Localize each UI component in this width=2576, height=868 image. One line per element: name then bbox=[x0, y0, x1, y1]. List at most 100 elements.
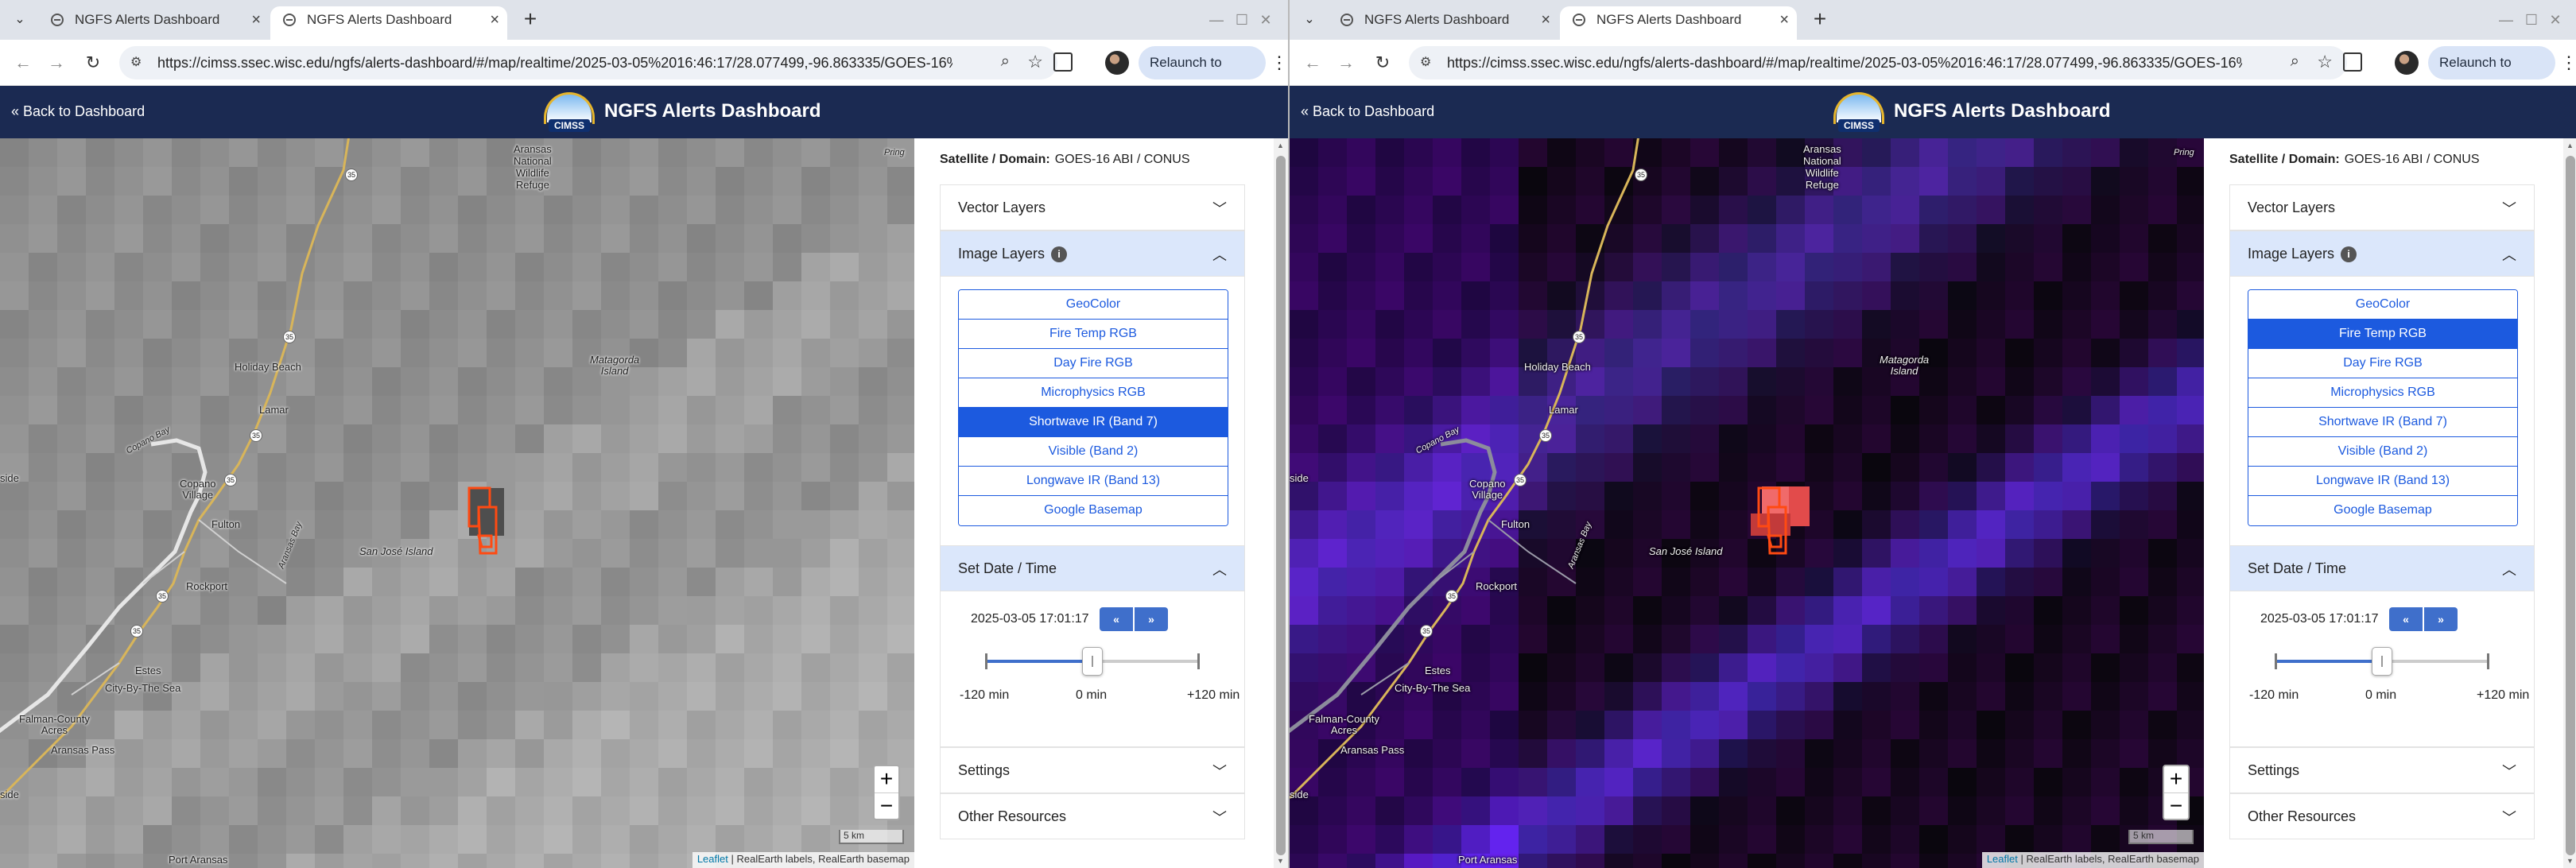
zoom-in-button[interactable]: + bbox=[2164, 766, 2188, 793]
back-to-dashboard-link[interactable]: « Back to Dashboard bbox=[11, 103, 145, 120]
image-layer-option[interactable]: Visible (Band 2) bbox=[2248, 437, 2517, 467]
time-slider-handle[interactable] bbox=[1082, 647, 1103, 676]
zoom-out-button[interactable]: − bbox=[875, 793, 898, 820]
site-settings-icon[interactable]: ⚙ bbox=[130, 54, 148, 72]
close-window-icon[interactable]: ✕ bbox=[1251, 6, 1280, 33]
new-tab-button[interactable]: + bbox=[517, 6, 544, 33]
minimize-icon[interactable]: — bbox=[1202, 6, 1231, 33]
info-icon[interactable]: i bbox=[2341, 246, 2357, 262]
scrollbar-thumb[interactable] bbox=[2566, 156, 2575, 855]
forward-arrow-icon[interactable]: → bbox=[45, 51, 68, 75]
settings-header[interactable]: Settings ﹀ bbox=[940, 747, 1245, 793]
zoom-in-button[interactable]: + bbox=[875, 766, 898, 793]
image-layer-option[interactable]: GeoColor bbox=[959, 290, 1228, 320]
reload-icon[interactable]: ↻ bbox=[81, 51, 105, 75]
image-layer-option[interactable]: Shortwave IR (Band 7) bbox=[2248, 408, 2517, 437]
zoom-out-button[interactable]: − bbox=[2164, 793, 2188, 820]
close-tab-icon[interactable]: × bbox=[490, 6, 499, 33]
relaunch-button[interactable]: Relaunch to update bbox=[1139, 46, 1266, 103]
new-tab-button[interactable]: + bbox=[1806, 6, 1833, 33]
image-layer-option[interactable]: Google Basemap bbox=[959, 496, 1228, 525]
image-layer-option[interactable]: Shortwave IR (Band 7) bbox=[959, 408, 1228, 437]
tab-search-button[interactable]: ⌄ bbox=[8, 8, 32, 32]
bookmark-star-icon[interactable]: ☆ bbox=[1027, 52, 1043, 72]
close-tab-icon[interactable]: × bbox=[1541, 6, 1550, 33]
time-slider-handle[interactable] bbox=[2372, 647, 2392, 676]
bookmark-star-icon[interactable]: ☆ bbox=[2317, 52, 2333, 72]
image-layer-option[interactable]: Fire Temp RGB bbox=[959, 320, 1228, 349]
browser-tab-active[interactable]: NGFS Alerts Dashboard × bbox=[270, 6, 507, 40]
time-slider[interactable] bbox=[2275, 647, 2489, 676]
browser-tab[interactable]: NGFS Alerts Dashboard × bbox=[38, 6, 269, 40]
other-resources-header[interactable]: Other Resources ﹀ bbox=[2229, 793, 2535, 839]
image-layer-option[interactable]: Longwave IR (Band 13) bbox=[2248, 467, 2517, 496]
scroll-up-icon[interactable]: ▲ bbox=[1277, 141, 1284, 149]
image-layer-option[interactable]: Fire Temp RGB bbox=[2248, 320, 2517, 349]
minimize-icon[interactable]: — bbox=[2492, 6, 2520, 33]
panel-scrollbar[interactable]: ▲ ▼ bbox=[2563, 138, 2576, 868]
image-layer-option[interactable]: Day Fire RGB bbox=[959, 349, 1228, 378]
previous-time-button[interactable]: « bbox=[1100, 607, 1133, 631]
relaunch-button[interactable]: Relaunch to update bbox=[2428, 46, 2555, 103]
section-title: Settings bbox=[958, 762, 1011, 778]
extensions-icon[interactable] bbox=[1053, 52, 1073, 72]
other-resources-header[interactable]: Other Resources ﹀ bbox=[940, 793, 1245, 839]
scrollbar-thumb[interactable] bbox=[1276, 156, 1286, 855]
site-settings-icon[interactable]: ⚙ bbox=[1420, 54, 1437, 72]
browser-menu-icon[interactable]: ⋮ bbox=[2560, 51, 2576, 75]
image-layer-option[interactable]: Microphysics RGB bbox=[959, 378, 1228, 408]
zoom-magnifier-icon[interactable]: ⌕ bbox=[1001, 52, 1010, 71]
image-layer-option[interactable]: Longwave IR (Band 13) bbox=[959, 467, 1228, 496]
time-slider[interactable] bbox=[985, 647, 1200, 676]
forward-arrow-icon[interactable]: → bbox=[1334, 51, 1358, 75]
next-time-button[interactable]: » bbox=[1135, 607, 1168, 631]
image-layer-option[interactable]: Day Fire RGB bbox=[2248, 349, 2517, 378]
address-bar[interactable]: ⚙ https://cimss.ssec.wisc.edu/ngfs/alert… bbox=[1409, 46, 2347, 79]
scroll-down-icon[interactable]: ▼ bbox=[1277, 857, 1284, 865]
tab-search-button[interactable]: ⌄ bbox=[1298, 8, 1321, 32]
reload-icon[interactable]: ↻ bbox=[1371, 51, 1395, 75]
satellite-map[interactable]: Aransas National Wildlife Refuge Holiday Be… bbox=[0, 138, 914, 868]
close-tab-icon[interactable]: × bbox=[251, 6, 261, 33]
previous-time-button[interactable]: « bbox=[2389, 607, 2423, 631]
map-attribution: Leaflet | RealEarth labels, RealEarth ba… bbox=[1981, 852, 2204, 868]
scroll-down-icon[interactable]: ▼ bbox=[2566, 857, 2574, 865]
back-arrow-icon[interactable]: ← bbox=[1301, 51, 1325, 75]
set-datetime-header[interactable]: Set Date / Time ︿ bbox=[2229, 545, 2535, 591]
back-to-dashboard-link[interactable]: « Back to Dashboard bbox=[1301, 103, 1434, 120]
image-layer-option[interactable]: Google Basemap bbox=[2248, 496, 2517, 525]
browser-tab-active[interactable]: NGFS Alerts Dashboard × bbox=[1560, 6, 1797, 40]
satellite-map[interactable]: Aransas National Wildlife Refuge Holiday Be… bbox=[1290, 138, 2204, 868]
image-layer-option[interactable]: Visible (Band 2) bbox=[959, 437, 1228, 467]
close-window-icon[interactable]: ✕ bbox=[2541, 6, 2570, 33]
info-icon[interactable]: i bbox=[1051, 246, 1068, 262]
image-layers-header[interactable]: Image Layers i ︿ bbox=[2229, 231, 2535, 277]
next-time-button[interactable]: » bbox=[2424, 607, 2458, 631]
address-bar[interactable]: ⚙ https://cimss.ssec.wisc.edu/ngfs/alert… bbox=[119, 46, 1057, 79]
browser-tab[interactable]: NGFS Alerts Dashboard × bbox=[1328, 6, 1558, 40]
back-arrow-icon[interactable]: ← bbox=[11, 51, 35, 75]
imagery-pixel bbox=[1547, 711, 1577, 740]
profile-avatar[interactable] bbox=[2395, 51, 2419, 75]
browser-menu-icon[interactable]: ⋮ bbox=[1271, 51, 1288, 75]
imagery-pixel bbox=[1290, 825, 1319, 854]
settings-header[interactable]: Settings ﹀ bbox=[2229, 747, 2535, 793]
extensions-icon[interactable] bbox=[2343, 52, 2362, 72]
image-layer-option[interactable]: Microphysics RGB bbox=[2248, 378, 2517, 408]
scroll-up-icon[interactable]: ▲ bbox=[2566, 141, 2574, 149]
image-layer-option[interactable]: GeoColor bbox=[2248, 290, 2517, 320]
imagery-pixel bbox=[143, 625, 173, 654]
set-datetime-header[interactable]: Set Date / Time ︿ bbox=[940, 545, 1245, 591]
zoom-magnifier-icon[interactable]: ⌕ bbox=[2291, 52, 2299, 71]
imagery-pixel bbox=[2005, 138, 2035, 168]
leaflet-link[interactable]: Leaflet bbox=[697, 853, 728, 865]
vector-layers-header[interactable]: Vector Layers ﹀ bbox=[940, 184, 1245, 231]
image-layers-header[interactable]: Image Layers i ︿ bbox=[940, 231, 1245, 277]
vector-layers-header[interactable]: Vector Layers ﹀ bbox=[2229, 184, 2535, 231]
imagery-pixel bbox=[887, 682, 914, 711]
imagery-pixel bbox=[658, 253, 688, 282]
close-tab-icon[interactable]: × bbox=[1779, 6, 1789, 33]
profile-avatar[interactable] bbox=[1105, 51, 1129, 75]
leaflet-link[interactable]: Leaflet bbox=[1987, 853, 2018, 865]
panel-scrollbar[interactable]: ▲ ▼ bbox=[1274, 138, 1288, 868]
